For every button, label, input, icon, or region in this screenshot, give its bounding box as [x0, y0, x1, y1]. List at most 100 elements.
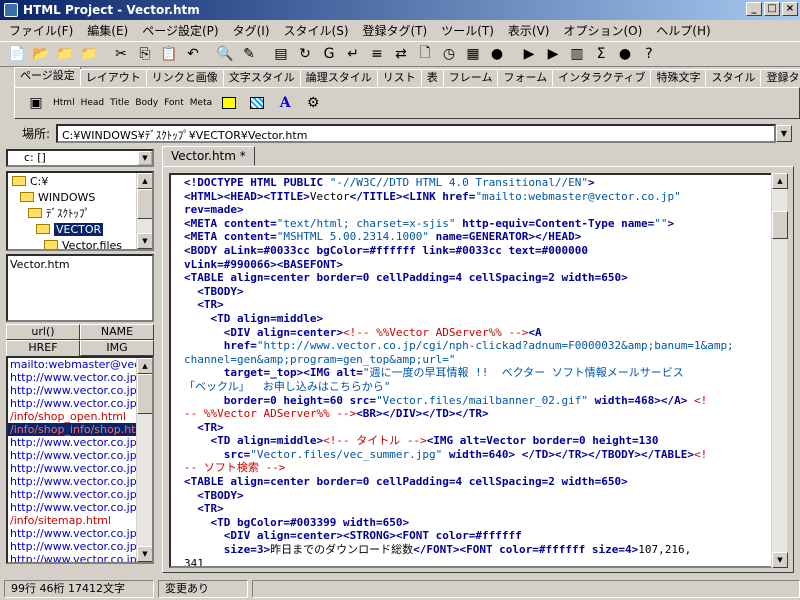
list-item[interactable]: http://www.vector.co.jp/ — [8, 436, 152, 449]
href-scrollbar[interactable]: ▲ ▼ — [136, 358, 152, 562]
page-settings-icon[interactable]: ▣ — [25, 92, 47, 114]
code-scrollbar[interactable]: ▲ ▼ — [771, 173, 788, 568]
tab-4[interactable]: 論理スタイル — [299, 69, 378, 87]
link-tab[interactable]: NAME — [80, 324, 154, 340]
open-icon[interactable]: 📂 — [30, 43, 52, 65]
tab-11[interactable]: スタイル — [705, 69, 762, 87]
yellow-color-icon[interactable] — [218, 92, 240, 114]
paste-icon[interactable]: 📋 — [158, 43, 180, 65]
minimize-button[interactable]: _ — [746, 2, 762, 16]
run-alt-icon[interactable]: ▶ — [542, 43, 564, 65]
address-dropdown[interactable]: ▼ — [776, 124, 792, 142]
tag-button[interactable]: Head — [81, 98, 105, 108]
scroll-thumb[interactable] — [772, 211, 788, 239]
cut-icon[interactable]: ✂ — [110, 43, 132, 65]
tools-icon[interactable]: ⚙ — [302, 92, 324, 114]
tab-0[interactable]: ページ設定 — [14, 67, 81, 87]
tab-3[interactable]: 文字スタイル — [222, 69, 301, 87]
code-editor[interactable]: <!DOCTYPE HTML PUBLIC "-//W3C//DTD HTML … — [169, 173, 773, 568]
scroll-up-icon[interactable]: ▲ — [137, 173, 152, 189]
list-item[interactable]: /info/shop_open.html — [8, 410, 152, 423]
menu-item[interactable]: ヘルプ(H) — [649, 22, 717, 39]
scroll-thumb[interactable] — [137, 189, 152, 219]
link-tab[interactable]: url() — [6, 324, 80, 340]
save-icon[interactable]: 📁 — [54, 43, 76, 65]
tree-item[interactable]: Vector.files — [8, 237, 152, 249]
scroll-up-icon[interactable]: ▲ — [137, 358, 152, 374]
tree-scrollbar[interactable]: ▲ ▼ — [136, 173, 152, 249]
list-item[interactable]: http://www.vector.co.jp/cgi/nph-clickad — [8, 371, 152, 384]
menu-item[interactable]: ツール(T) — [434, 22, 501, 39]
replace-icon[interactable]: ✎ — [238, 43, 260, 65]
tab-12[interactable]: 登録タグ — [760, 69, 800, 87]
link-icon[interactable]: ⇄ — [390, 43, 412, 65]
scroll-thumb[interactable] — [137, 374, 152, 414]
editor-tab[interactable]: Vector.htm * — [162, 146, 255, 166]
file-item[interactable]: Vector.htm — [10, 258, 150, 271]
tree-item[interactable]: VECTOR — [8, 221, 152, 237]
refresh-icon[interactable]: ↻ — [294, 43, 316, 65]
run-icon[interactable]: ▶ — [518, 43, 540, 65]
tag-button[interactable]: Meta — [190, 98, 212, 108]
tab-10[interactable]: 特殊文字 — [650, 69, 707, 87]
table-icon[interactable]: ▦ — [462, 43, 484, 65]
tag-button[interactable]: Title — [110, 98, 129, 108]
link-tab[interactable]: IMG — [80, 340, 154, 356]
list-item[interactable]: /info/shop_info/shop.html — [8, 423, 152, 436]
new-icon[interactable]: 📄 — [6, 43, 28, 65]
list-item[interactable]: http://www.vector.co.jp/ — [8, 475, 152, 488]
menu-item[interactable]: ファイル(F) — [2, 22, 80, 39]
tab-7[interactable]: フレーム — [442, 69, 499, 87]
list-item[interactable]: mailto:webmaster@vector.co.jp — [8, 358, 152, 371]
tag-button[interactable]: Body — [135, 98, 158, 108]
clock-icon[interactable]: ◷ — [438, 43, 460, 65]
pattern-icon[interactable] — [246, 92, 268, 114]
list-icon[interactable]: ≡ — [366, 43, 388, 65]
tag-button[interactable]: Font — [164, 98, 184, 108]
undo-icon[interactable]: ↶ — [182, 43, 204, 65]
help-icon[interactable]: ? — [638, 43, 660, 65]
maximize-button[interactable]: □ — [764, 2, 780, 16]
view-icon[interactable]: ▤ — [270, 43, 292, 65]
close-button[interactable]: × — [782, 2, 798, 16]
list-item[interactable]: http://www.vector.co.jp/ — [8, 462, 152, 475]
chevron-down-icon[interactable]: ▼ — [138, 151, 152, 165]
menu-item[interactable]: オプション(O) — [556, 22, 649, 39]
globe-icon[interactable]: ● — [486, 43, 508, 65]
tree-item[interactable]: WINDOWS — [8, 189, 152, 205]
color-icon[interactable]: ▥ — [566, 43, 588, 65]
list-item[interactable]: http://www.vector.co.jp/ — [8, 488, 152, 501]
list-item[interactable]: http://www.vector.co.jp/ — [8, 449, 152, 462]
list-item[interactable]: http://www.vector.co.jp/ — [8, 384, 152, 397]
list-item[interactable]: /info/sitemap.html — [8, 514, 152, 527]
copy-icon[interactable]: ⎘ — [134, 43, 156, 65]
menu-item[interactable]: 編集(E) — [80, 22, 135, 39]
link-tab[interactable]: HREF — [6, 340, 80, 356]
menu-item[interactable]: スタイル(S) — [277, 22, 356, 39]
menu-item[interactable]: 表示(V) — [501, 22, 557, 39]
list-item[interactable]: http://www.vector.co.jp/ — [8, 501, 152, 514]
tree-item[interactable]: ﾃﾞｽｸﾄｯﾌﾟ — [8, 205, 152, 221]
drive-select[interactable]: c: [] ▼ — [6, 149, 154, 167]
page-icon[interactable]: 🗋 — [414, 43, 436, 65]
world-icon[interactable]: ● — [614, 43, 636, 65]
tab-6[interactable]: 表 — [420, 69, 444, 87]
enter-icon[interactable]: ↵ — [342, 43, 364, 65]
tab-8[interactable]: フォーム — [497, 69, 554, 87]
address-input[interactable]: C:¥WINDOWS¥ﾃﾞｽｸﾄｯﾌﾟ¥VECTOR¥Vector.htm — [56, 123, 776, 143]
save-all-icon[interactable]: 📁 — [78, 43, 100, 65]
tab-9[interactable]: インタラクティブ — [552, 69, 652, 87]
tab-5[interactable]: リスト — [376, 69, 422, 87]
font-icon[interactable]: A — [274, 92, 296, 114]
menu-item[interactable]: ページ設定(P) — [135, 22, 225, 39]
list-item[interactable]: http://www.vector.co.jp/ — [8, 397, 152, 410]
list-item[interactable]: http://www.vector.co.jp/ — [8, 527, 152, 540]
tab-2[interactable]: リンクと画像 — [145, 69, 224, 87]
menu-item[interactable]: 登録タグ(T) — [356, 22, 435, 39]
list-item[interactable]: http://www.vector.co.jp/ — [8, 540, 152, 553]
find-icon[interactable]: 🔍 — [214, 43, 236, 65]
scroll-down-icon[interactable]: ▼ — [137, 233, 152, 249]
tree-item[interactable]: C:¥ — [8, 173, 152, 189]
scroll-down-icon[interactable]: ▼ — [137, 546, 152, 562]
list-item[interactable]: http://www.vector.co.jp/ — [8, 553, 152, 562]
